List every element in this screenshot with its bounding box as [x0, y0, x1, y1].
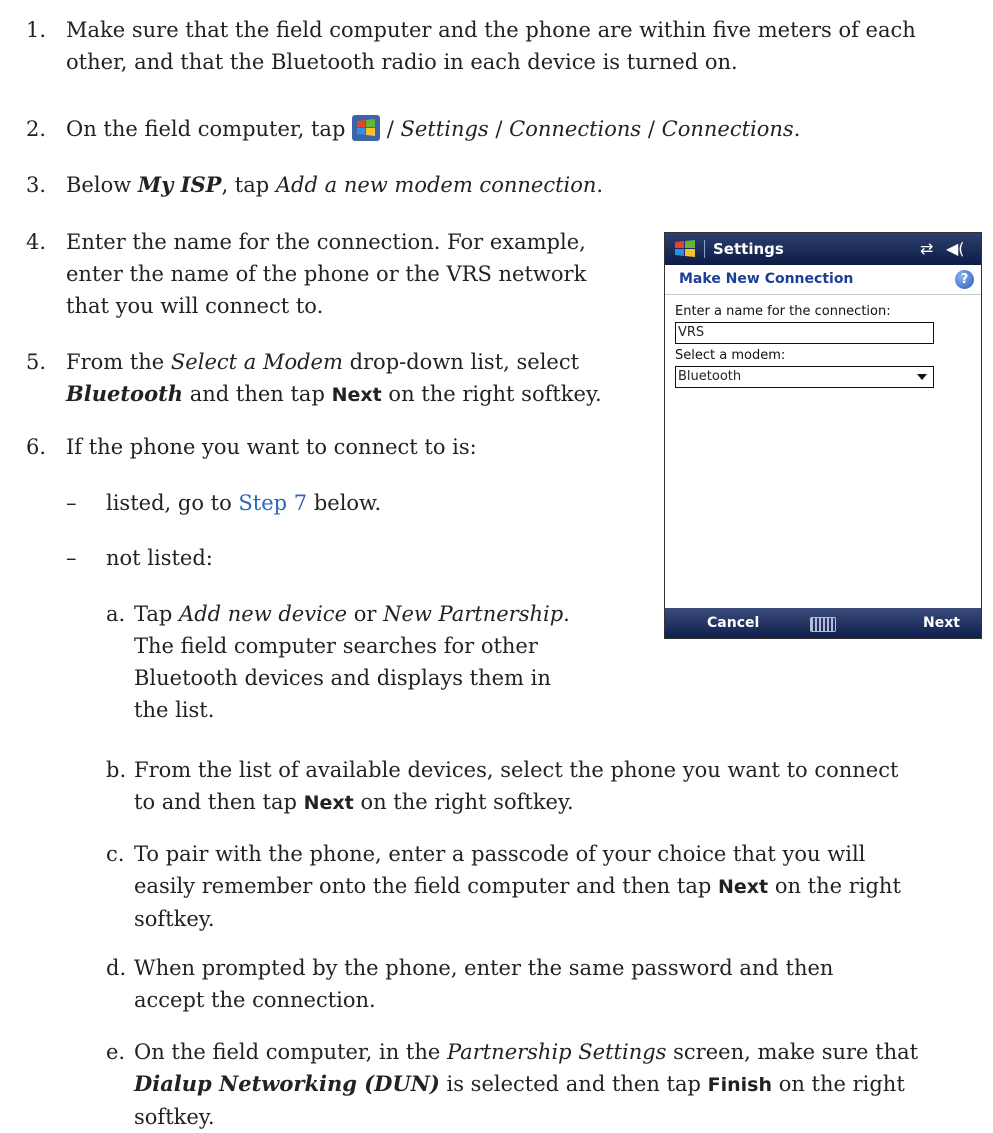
substep-letter: c.	[106, 842, 125, 866]
speaker-icon[interactable]: ◀(	[946, 233, 965, 265]
phone-title-bar: Settings ⇄ ◀(	[665, 233, 981, 265]
substep-letter: e.	[106, 1040, 126, 1064]
step-text: Make sure that the field computer and th…	[66, 18, 916, 74]
step-text: From the Select a Modem drop-down list, …	[66, 350, 602, 406]
cancel-softkey[interactable]: Cancel	[707, 608, 759, 638]
modem-select[interactable]: Bluetooth	[675, 366, 934, 388]
step-text: Enter the name for the connection. For e…	[66, 230, 587, 318]
connectivity-icon[interactable]: ⇄	[920, 233, 933, 265]
bullet-dash: –	[66, 546, 77, 570]
next-softkey[interactable]: Next	[923, 608, 960, 638]
title-separator	[704, 240, 705, 258]
step-number: 3.	[26, 173, 47, 197]
phone-heading: Make New Connection	[679, 271, 854, 287]
windows-start-icon	[352, 115, 381, 141]
step-text: If the phone you want to connect to is:	[66, 435, 477, 459]
step-number: 1.	[26, 18, 47, 42]
step-text: Below My ISP, tap Add a new modem connec…	[66, 172, 604, 197]
windows-start-icon[interactable]	[673, 238, 697, 260]
substep-letter: d.	[106, 956, 127, 980]
softkey-bar: Cancel Next	[665, 608, 981, 638]
phone-heading-bar: Make New Connection ?	[665, 265, 981, 295]
step-7-link[interactable]: Step 7	[238, 491, 307, 515]
help-icon[interactable]: ?	[955, 270, 974, 289]
step-number: 6.	[26, 435, 47, 459]
name-label: Enter a name for the connection:	[675, 304, 891, 319]
substep-letter: a.	[106, 602, 126, 626]
bullet-dash: –	[66, 491, 77, 515]
chevron-down-icon	[917, 374, 927, 380]
connection-name-input[interactable]: VRS	[675, 322, 934, 344]
step-text: On the field computer, tap / Settings / …	[66, 115, 801, 141]
step-number: 5.	[26, 350, 47, 374]
step-number: 4.	[26, 230, 47, 254]
step-number: 2.	[26, 117, 47, 141]
phone-title: Settings	[713, 240, 784, 258]
modem-label: Select a modem:	[675, 348, 786, 363]
substep-letter: b.	[106, 758, 127, 782]
keyboard-icon[interactable]	[810, 617, 836, 632]
phone-screenshot: Settings ⇄ ◀( Make New Connection ? Ente…	[664, 232, 982, 639]
